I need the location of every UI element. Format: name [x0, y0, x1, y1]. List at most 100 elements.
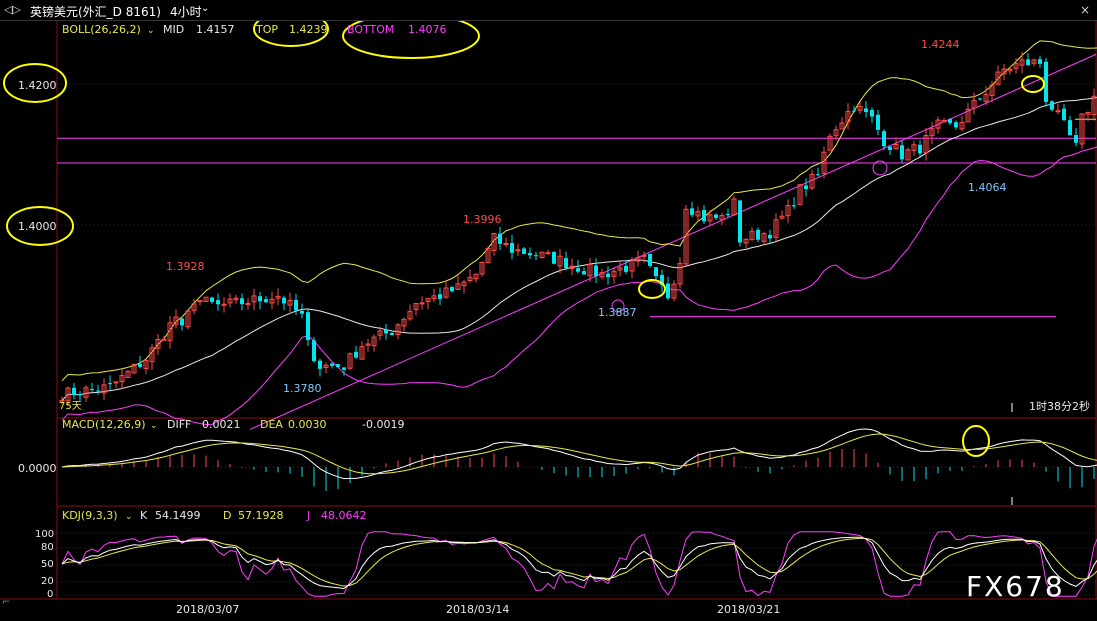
- candle-body: [300, 310, 304, 314]
- boll-indicator-name[interactable]: BOLL(26,26,2): [62, 23, 141, 36]
- price-label-low-1-4064: 1.4064: [968, 181, 1007, 194]
- candle-body: [882, 131, 886, 147]
- chevron-down-icon[interactable]: ⌄: [150, 421, 158, 431]
- watermark-fx678: FX678: [966, 570, 1065, 603]
- boll-mid-band: [61, 96, 1097, 401]
- candle-body: [726, 213, 730, 215]
- boll-upper-band: [61, 40, 1097, 382]
- horizontal-levels: [57, 118, 1096, 318]
- boll-lower-band: [61, 146, 1097, 426]
- candle-body: [384, 329, 388, 334]
- kdj-j-label: J: [306, 509, 310, 522]
- kdj-k-line: [61, 536, 1097, 590]
- nav-arrows-icon[interactable]: ◁▷: [4, 3, 21, 16]
- candle-body: [180, 318, 184, 326]
- kdj-y-tick-0: 0: [47, 589, 53, 600]
- candle-body: [552, 252, 556, 264]
- candle-body: [876, 114, 880, 130]
- candle-body: [594, 265, 598, 277]
- kdj-indicator-name[interactable]: KDJ(9,3,3): [62, 509, 118, 522]
- candle-body: [306, 312, 310, 341]
- kdj-j-value: 48.0642: [321, 509, 367, 522]
- candle-body: [113, 381, 119, 384]
- candle-body: [954, 122, 958, 128]
- macd-dea-label: DEA: [260, 418, 283, 431]
- boll-bottom-label: BOTTOM: [347, 23, 394, 36]
- y-tick-1-4000: 1.4000: [18, 220, 57, 233]
- scroll-handle-icon[interactable]: ⌐: [2, 597, 10, 608]
- candle-body: [210, 297, 214, 302]
- boll-mid-value: 1.4157: [196, 23, 235, 36]
- candle-body: [545, 252, 551, 255]
- candle-body: [816, 174, 820, 176]
- candle-body: [624, 265, 628, 272]
- candle-body: [534, 255, 538, 257]
- candle-body: [714, 214, 718, 219]
- candle-body: [264, 299, 268, 303]
- symbol-title[interactable]: 英镑美元(外汇_D 8161): [30, 3, 161, 20]
- kdj-y-tick-20: 20: [41, 576, 54, 587]
- candle-body: [564, 258, 568, 268]
- candle-body: [438, 294, 442, 299]
- close-button[interactable]: ×: [1080, 3, 1090, 17]
- price-label-high-1-3996: 1.3996: [463, 213, 502, 226]
- boll-top-label: TOP: [255, 23, 278, 36]
- macd-dea-line: [61, 433, 1097, 475]
- candle-body: [1062, 108, 1066, 121]
- candle-body: [528, 252, 532, 256]
- boll-bottom-value: 1.4076: [408, 23, 447, 36]
- macd-indicator-name[interactable]: MACD(12,26,9): [62, 418, 146, 431]
- chart-canvas[interactable]: BOLL(26,26,2) ⌄ MID 1.4157 TOP 1.4239 BO…: [0, 0, 1097, 621]
- candle-body: [161, 338, 167, 341]
- candle-body: [336, 364, 340, 367]
- candle-body: [312, 340, 316, 362]
- candle-body: [648, 253, 652, 266]
- candle-body: [294, 299, 298, 311]
- candle-body: [690, 208, 694, 215]
- candle-body: [870, 109, 874, 117]
- candle-body: [510, 243, 514, 253]
- candle-body: [342, 367, 346, 370]
- candle-body: [282, 297, 286, 304]
- macd-diff-label: DIFF: [167, 418, 191, 431]
- candle-body: [96, 390, 100, 392]
- candle-body: [738, 200, 742, 243]
- boll-top-value: 1.4239: [289, 23, 328, 36]
- chevron-down-icon[interactable]: ⌄: [125, 512, 133, 522]
- uptrend-line: [249, 53, 1097, 430]
- candle-body: [756, 229, 760, 240]
- macd-value: -0.0019: [362, 418, 404, 431]
- support-touch-highlight: [638, 279, 666, 299]
- candle-body: [852, 110, 856, 112]
- kdj-k-value: 54.1499: [155, 509, 201, 522]
- kdj-d-label: D: [223, 509, 231, 522]
- candle-body: [78, 394, 82, 396]
- price-label-high-1-3928: 1.3928: [166, 260, 205, 273]
- candle-body: [900, 145, 904, 160]
- candle-body: [1050, 101, 1054, 110]
- candle-body: [1055, 110, 1061, 113]
- candle-body: [108, 383, 112, 385]
- candle-body: [72, 387, 76, 396]
- candle-body: [1026, 59, 1030, 65]
- candle-body: [582, 271, 586, 275]
- candle-body: [390, 332, 394, 335]
- candle-body: [258, 296, 262, 302]
- boll-mid-label: MID: [163, 23, 184, 36]
- kdj-y-tick-100: 100: [35, 529, 54, 540]
- candle-body: [888, 146, 892, 151]
- candle-body: [1068, 120, 1072, 136]
- timeframe-selector[interactable]: 4小时: [170, 3, 202, 20]
- candle-body: [948, 119, 952, 123]
- macd-cross-highlight: [962, 425, 990, 457]
- candle-body: [666, 283, 670, 299]
- title-bar: ◁▷ 英镑美元(外汇_D 8161) 4小时 ⌄ ×: [0, 0, 1097, 21]
- chevron-down-icon[interactable]: ⌄: [147, 26, 155, 36]
- trend-lines: [249, 53, 1097, 430]
- kdj-y-tick-80: 80: [41, 542, 54, 553]
- candle-body: [978, 98, 982, 100]
- kdj-d-value: 57.1928: [238, 509, 284, 522]
- candle-body: [354, 351, 358, 358]
- chevron-down-icon[interactable]: ⌄: [201, 3, 209, 14]
- macd-y-tick-zero: 0.0000: [18, 462, 57, 475]
